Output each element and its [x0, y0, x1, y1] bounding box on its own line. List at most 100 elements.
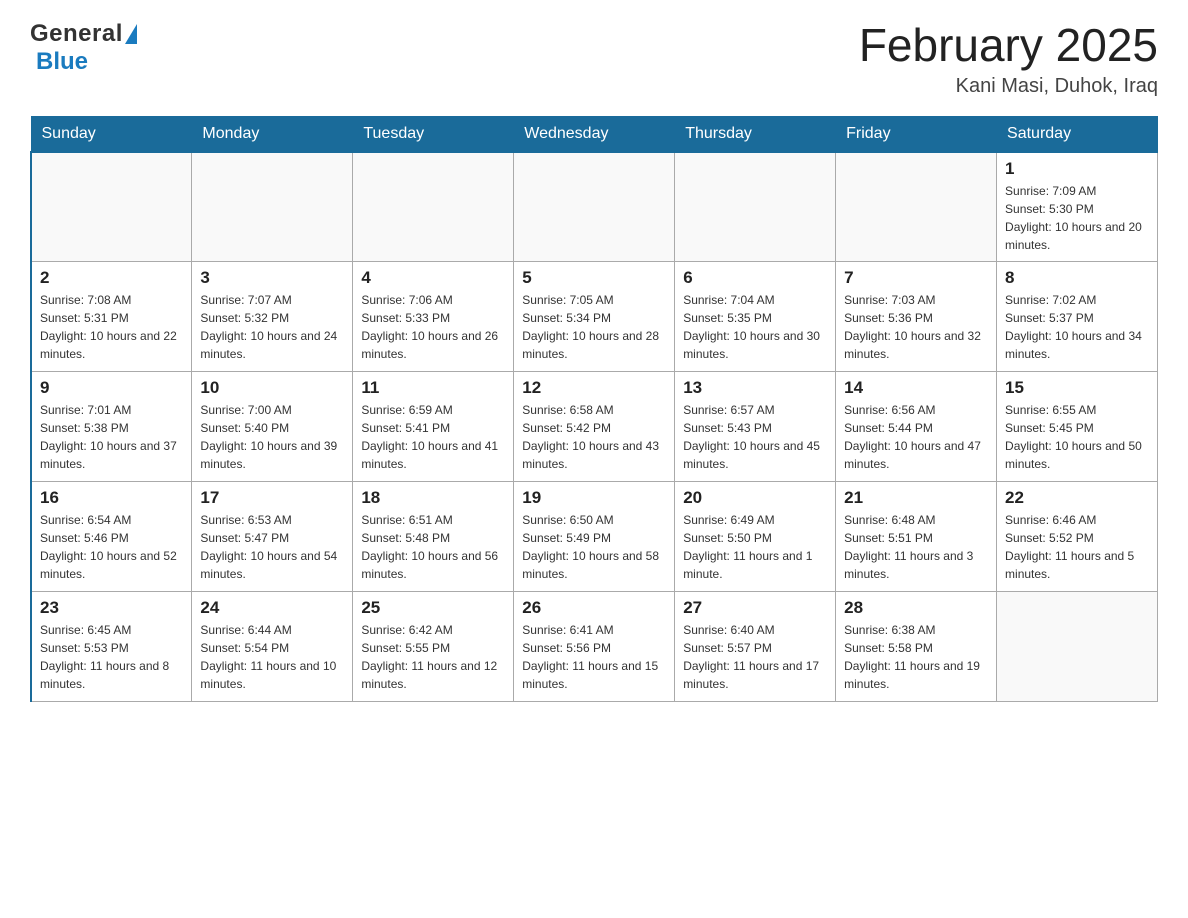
calendar-cell: 6 Sunrise: 7:04 AM Sunset: 5:35 PM Daylig…: [675, 262, 836, 372]
day-info: Sunrise: 6:38 AM Sunset: 5:58 PM Dayligh…: [844, 621, 988, 693]
calendar-cell: 12 Sunrise: 6:58 AM Sunset: 5:42 PM Dayli…: [514, 372, 675, 482]
calendar-cell: [353, 152, 514, 262]
day-number: 2: [40, 268, 183, 288]
calendar-body: 1 Sunrise: 7:09 AM Sunset: 5:30 PM Daylig…: [31, 152, 1158, 702]
day-number: 4: [361, 268, 505, 288]
day-info: Sunrise: 6:54 AM Sunset: 5:46 PM Dayligh…: [40, 511, 183, 583]
calendar-cell: 5 Sunrise: 7:05 AM Sunset: 5:34 PM Daylig…: [514, 262, 675, 372]
day-number: 15: [1005, 378, 1149, 398]
day-number: 22: [1005, 488, 1149, 508]
calendar-week-4: 16 Sunrise: 6:54 AM Sunset: 5:46 PM Dayli…: [31, 482, 1158, 592]
calendar-table: SundayMondayTuesdayWednesdayThursdayFrid…: [30, 116, 1158, 703]
calendar-cell: 7 Sunrise: 7:03 AM Sunset: 5:36 PM Daylig…: [836, 262, 997, 372]
calendar-week-5: 23 Sunrise: 6:45 AM Sunset: 5:53 PM Dayli…: [31, 592, 1158, 702]
day-info: Sunrise: 7:00 AM Sunset: 5:40 PM Dayligh…: [200, 401, 344, 473]
logo: General Blue: [30, 20, 137, 76]
calendar-cell: 13Sunrise: 6:57 AM Sunset: 5:43 PM Dayli…: [675, 372, 836, 482]
calendar-cell: 14Sunrise: 6:56 AM Sunset: 5:44 PM Dayli…: [836, 372, 997, 482]
calendar-cell: 19 Sunrise: 6:50 AM Sunset: 5:49 PM Dayli…: [514, 482, 675, 592]
day-info: Sunrise: 6:44 AM Sunset: 5:54 PM Dayligh…: [200, 621, 344, 693]
day-number: 20: [683, 488, 827, 508]
day-info: Sunrise: 6:45 AM Sunset: 5:53 PM Dayligh…: [40, 621, 183, 693]
day-info: Sunrise: 6:53 AM Sunset: 5:47 PM Dayligh…: [200, 511, 344, 583]
day-info: Sunrise: 7:09 AM Sunset: 5:30 PM Dayligh…: [1005, 182, 1149, 254]
title-block: February 2025 Kani Masi, Duhok, Iraq: [859, 20, 1158, 98]
calendar-cell: 25 Sunrise: 6:42 AM Sunset: 5:55 PM Dayli…: [353, 592, 514, 702]
calendar-cell: 20Sunrise: 6:49 AM Sunset: 5:50 PM Dayli…: [675, 482, 836, 592]
day-number: 9: [40, 378, 183, 398]
day-number: 13: [683, 378, 827, 398]
day-number: 3: [200, 268, 344, 288]
calendar-cell: 3 Sunrise: 7:07 AM Sunset: 5:32 PM Daylig…: [192, 262, 353, 372]
day-number: 24: [200, 598, 344, 618]
logo-general-text: General: [30, 20, 123, 48]
day-number: 18: [361, 488, 505, 508]
calendar-cell: [192, 152, 353, 262]
day-info: Sunrise: 7:01 AM Sunset: 5:38 PM Dayligh…: [40, 401, 183, 473]
day-number: 28: [844, 598, 988, 618]
day-info: Sunrise: 6:59 AM Sunset: 5:41 PM Dayligh…: [361, 401, 505, 473]
day-number: 27: [683, 598, 827, 618]
calendar-week-1: 1 Sunrise: 7:09 AM Sunset: 5:30 PM Daylig…: [31, 152, 1158, 262]
day-number: 10: [200, 378, 344, 398]
logo-arrow-icon: [125, 24, 137, 44]
day-info: Sunrise: 7:04 AM Sunset: 5:35 PM Dayligh…: [683, 291, 827, 363]
calendar-header: SundayMondayTuesdayWednesdayThursdayFrid…: [31, 116, 1158, 152]
calendar-cell: 16 Sunrise: 6:54 AM Sunset: 5:46 PM Dayli…: [31, 482, 192, 592]
calendar-week-3: 9 Sunrise: 7:01 AM Sunset: 5:38 PM Daylig…: [31, 372, 1158, 482]
calendar-cell: 24 Sunrise: 6:44 AM Sunset: 5:54 PM Dayli…: [192, 592, 353, 702]
day-info: Sunrise: 6:48 AM Sunset: 5:51 PM Dayligh…: [844, 511, 988, 583]
day-info: Sunrise: 6:40 AM Sunset: 5:57 PM Dayligh…: [683, 621, 827, 693]
calendar-cell: [514, 152, 675, 262]
day-number: 8: [1005, 268, 1149, 288]
day-number: 7: [844, 268, 988, 288]
day-number: 1: [1005, 159, 1149, 179]
calendar-cell: [31, 152, 192, 262]
weekday-header-friday: Friday: [836, 116, 997, 152]
day-number: 14: [844, 378, 988, 398]
day-info: Sunrise: 6:50 AM Sunset: 5:49 PM Dayligh…: [522, 511, 666, 583]
weekday-header-monday: Monday: [192, 116, 353, 152]
weekday-header-wednesday: Wednesday: [514, 116, 675, 152]
calendar-cell: 26 Sunrise: 6:41 AM Sunset: 5:56 PM Dayli…: [514, 592, 675, 702]
day-info: Sunrise: 7:06 AM Sunset: 5:33 PM Dayligh…: [361, 291, 505, 363]
day-info: Sunrise: 7:05 AM Sunset: 5:34 PM Dayligh…: [522, 291, 666, 363]
page-header: General Blue February 2025 Kani Masi, Du…: [30, 20, 1158, 98]
calendar-cell: 2 Sunrise: 7:08 AM Sunset: 5:31 PM Daylig…: [31, 262, 192, 372]
location-title: Kani Masi, Duhok, Iraq: [859, 75, 1158, 98]
day-number: 12: [522, 378, 666, 398]
weekday-header-thursday: Thursday: [675, 116, 836, 152]
day-number: 5: [522, 268, 666, 288]
day-number: 11: [361, 378, 505, 398]
calendar-cell: 9 Sunrise: 7:01 AM Sunset: 5:38 PM Daylig…: [31, 372, 192, 482]
calendar-cell: 8 Sunrise: 7:02 AM Sunset: 5:37 PM Daylig…: [997, 262, 1158, 372]
day-info: Sunrise: 6:58 AM Sunset: 5:42 PM Dayligh…: [522, 401, 666, 473]
day-number: 23: [40, 598, 183, 618]
month-title: February 2025: [859, 20, 1158, 71]
day-number: 6: [683, 268, 827, 288]
day-info: Sunrise: 6:41 AM Sunset: 5:56 PM Dayligh…: [522, 621, 666, 693]
day-info: Sunrise: 7:03 AM Sunset: 5:36 PM Dayligh…: [844, 291, 988, 363]
calendar-cell: [836, 152, 997, 262]
day-info: Sunrise: 7:07 AM Sunset: 5:32 PM Dayligh…: [200, 291, 344, 363]
calendar-cell: 28 Sunrise: 6:38 AM Sunset: 5:58 PM Dayli…: [836, 592, 997, 702]
day-number: 25: [361, 598, 505, 618]
calendar-cell: [675, 152, 836, 262]
calendar-cell: 15 Sunrise: 6:55 AM Sunset: 5:45 PM Dayli…: [997, 372, 1158, 482]
day-number: 26: [522, 598, 666, 618]
calendar-cell: 27 Sunrise: 6:40 AM Sunset: 5:57 PM Dayli…: [675, 592, 836, 702]
calendar-week-2: 2 Sunrise: 7:08 AM Sunset: 5:31 PM Daylig…: [31, 262, 1158, 372]
day-info: Sunrise: 6:42 AM Sunset: 5:55 PM Dayligh…: [361, 621, 505, 693]
weekday-row: SundayMondayTuesdayWednesdayThursdayFrid…: [31, 116, 1158, 152]
day-info: Sunrise: 7:08 AM Sunset: 5:31 PM Dayligh…: [40, 291, 183, 363]
day-info: Sunrise: 6:55 AM Sunset: 5:45 PM Dayligh…: [1005, 401, 1149, 473]
calendar-cell: [997, 592, 1158, 702]
day-number: 19: [522, 488, 666, 508]
day-info: Sunrise: 6:51 AM Sunset: 5:48 PM Dayligh…: [361, 511, 505, 583]
calendar-cell: 23 Sunrise: 6:45 AM Sunset: 5:53 PM Dayli…: [31, 592, 192, 702]
day-info: Sunrise: 6:46 AM Sunset: 5:52 PM Dayligh…: [1005, 511, 1149, 583]
day-info: Sunrise: 7:02 AM Sunset: 5:37 PM Dayligh…: [1005, 291, 1149, 363]
calendar-cell: 10 Sunrise: 7:00 AM Sunset: 5:40 PM Dayli…: [192, 372, 353, 482]
calendar-cell: 17Sunrise: 6:53 AM Sunset: 5:47 PM Dayli…: [192, 482, 353, 592]
day-number: 16: [40, 488, 183, 508]
